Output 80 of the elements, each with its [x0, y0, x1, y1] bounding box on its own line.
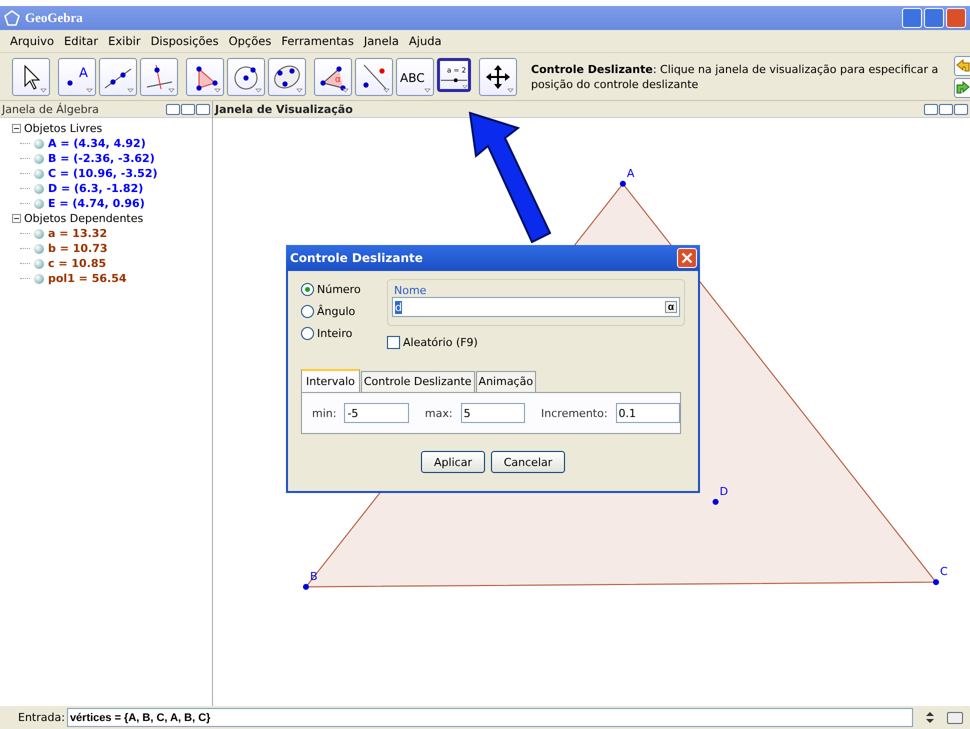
menu-item[interactable]: Ferramentas — [281, 34, 354, 48]
panel-title: Janela de Álgebra — [2, 102, 100, 116]
undo-arrow-icon — [955, 59, 970, 72]
algebra-object[interactable]: E = (4.74, 0.96) — [48, 197, 145, 210]
tab[interactable]: Controle Deslizante — [360, 371, 475, 392]
point-label: D — [720, 484, 728, 498]
menu-item[interactable]: Janela — [364, 34, 399, 48]
cancel-button[interactable]: Cancelar — [491, 451, 565, 473]
radio-label: Número — [317, 283, 361, 296]
menu-item[interactable]: Exibir — [108, 34, 141, 48]
menu-item[interactable]: Disposições — [150, 34, 219, 48]
toggle-button[interactable] — [946, 712, 963, 724]
input-label: Entrada: — [18, 711, 65, 724]
algebra-object[interactable]: c = 10.85 — [48, 257, 106, 270]
checkbox[interactable] — [387, 336, 400, 349]
field-label: Incremento: — [541, 406, 608, 420]
text-field[interactable]: 5 — [460, 403, 526, 423]
dialog-title: Controle Deslizante — [290, 251, 424, 265]
radio-button[interactable] — [301, 305, 314, 318]
radio-label: Inteiro — [317, 327, 352, 340]
point-label: C — [940, 565, 948, 578]
menu-item[interactable]: Arquivo — [10, 34, 54, 48]
panel-close-button[interactable] — [196, 104, 210, 114]
radio-button[interactable] — [301, 283, 314, 296]
algebra-object[interactable]: C = (10.96, -3.52) — [48, 167, 158, 180]
tool-button[interactable] — [99, 58, 137, 96]
logo-icon — [4, 10, 20, 26]
checkbox-label: Aleatório (F9) — [403, 336, 478, 349]
point[interactable] — [933, 579, 939, 586]
point[interactable] — [302, 584, 309, 590]
point-label: A — [626, 166, 634, 180]
radio-label: Ângulo — [317, 305, 356, 318]
algebra-object[interactable]: b = 10.73 — [48, 242, 108, 255]
algebra-object[interactable]: A = (4.34, 4.92) — [48, 137, 146, 150]
algebra-object[interactable]: B = (-2.36, -3.62) — [48, 152, 155, 165]
panel-menu-button[interactable] — [166, 104, 180, 114]
tool-button[interactable] — [12, 58, 50, 96]
panel-undock-button[interactable] — [181, 104, 195, 114]
tree-group-label[interactable]: Objetos Livres — [24, 122, 102, 135]
field-label: min: — [312, 406, 336, 420]
field-label: max: — [424, 406, 453, 420]
input-field[interactable]: vértices = {A, B, C, A, B, C} — [66, 708, 913, 727]
close-button[interactable] — [946, 8, 966, 28]
tool-button[interactable] — [186, 58, 224, 96]
text-field[interactable]: -5 — [344, 403, 409, 423]
close-button[interactable] — [677, 248, 697, 268]
tool-button[interactable] — [227, 58, 265, 96]
menu-item[interactable]: Opções — [228, 34, 272, 48]
window-title: GeoGebra — [25, 10, 84, 26]
spinner-icon — [924, 711, 935, 724]
algebra-object[interactable]: a = 13.32 — [48, 227, 108, 240]
tab[interactable]: Intervalo — [301, 369, 360, 392]
apply-button[interactable]: Aplicar — [421, 451, 485, 473]
group-legend: Nome — [394, 284, 426, 297]
point[interactable] — [712, 498, 719, 505]
tool-button[interactable] — [140, 58, 178, 96]
collapse-toggle[interactable] — [12, 214, 21, 223]
radio-button[interactable] — [301, 327, 314, 340]
point[interactable] — [620, 180, 626, 187]
menu-item[interactable]: Ajuda — [408, 34, 442, 48]
tree-group-label[interactable]: Objetos Dependentes — [24, 212, 144, 225]
restore-button[interactable] — [924, 8, 944, 28]
symbol-button[interactable]: α — [665, 301, 677, 313]
panel-undock-button[interactable] — [939, 104, 953, 114]
panel-close-button[interactable] — [954, 104, 968, 114]
tool-button[interactable] — [355, 58, 393, 96]
algebra-object[interactable]: pol1 = 56.54 — [48, 272, 127, 285]
name-field[interactable]: d α — [392, 297, 680, 317]
tool-button[interactable] — [268, 58, 306, 96]
panel-menu-button[interactable] — [924, 104, 938, 114]
tab[interactable]: Animação — [476, 371, 536, 392]
collapse-toggle[interactable] — [12, 124, 21, 133]
menu-item[interactable]: Editar — [64, 34, 98, 48]
help-text: Controle Deslizante: Clique na janela de visualização para especificar a posição do controle deslizante — [530, 62, 940, 92]
minimize-button[interactable] — [902, 8, 922, 28]
algebra-object[interactable]: D = (6.3, -1.82) — [48, 182, 144, 195]
text-field[interactable]: 0.1 — [616, 403, 680, 423]
tool-button[interactable] — [479, 58, 517, 96]
panel-title: Janela de Visualização — [215, 102, 354, 116]
redo-arrow-icon — [955, 81, 970, 94]
